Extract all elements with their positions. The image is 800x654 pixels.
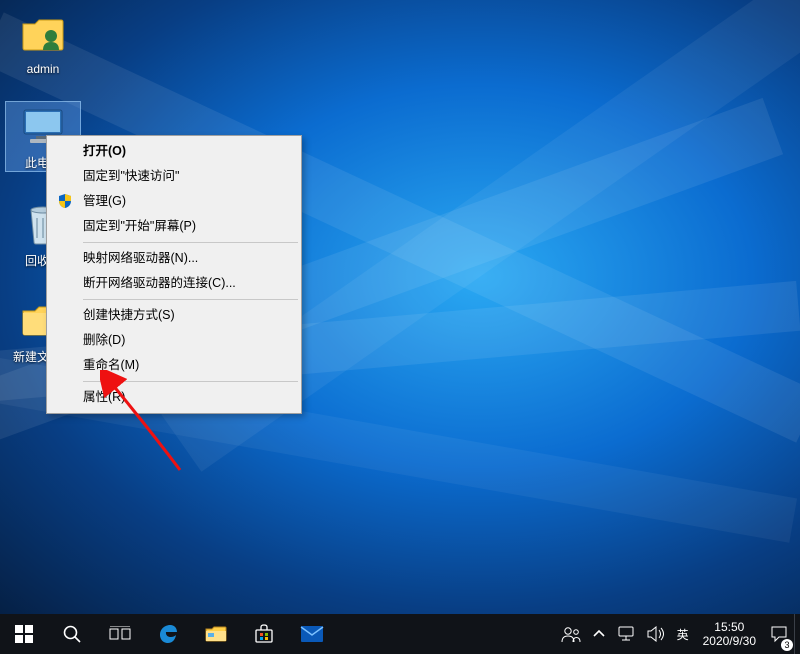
desktop[interactable]: admin 此电脑 回收站 [0,0,800,614]
ctx-create-shortcut[interactable]: 创建快捷方式(S) [49,303,299,328]
ime-button[interactable]: 英 [671,614,695,654]
user-folder-icon [19,10,67,58]
ctx-manage[interactable]: 管理(G) [49,189,299,214]
network-button[interactable] [611,614,641,654]
network-icon [617,626,635,642]
ctx-separator [83,299,298,300]
edge-button[interactable] [144,614,192,654]
notification-badge: 3 [781,639,793,651]
shield-icon [57,193,73,209]
ctx-delete[interactable]: 删除(D) [49,328,299,353]
people-icon [561,625,581,643]
start-button[interactable] [0,614,48,654]
clock-button[interactable]: 15:50 2020/9/30 [695,620,764,648]
file-explorer-button[interactable] [192,614,240,654]
ctx-pin-quick-access[interactable]: 固定到"快速访问" [49,164,299,189]
clock-date: 2020/9/30 [703,634,756,648]
context-menu: 打开(O) 固定到"快速访问" 管理(G) 固定到"开始"屏幕(P) 映射网络驱… [46,135,302,414]
action-center-button[interactable]: 3 [764,614,794,654]
ctx-separator [83,381,298,382]
task-view-button[interactable] [96,614,144,654]
ctx-pin-start[interactable]: 固定到"开始"屏幕(P) [49,214,299,239]
icon-label: admin [6,62,80,76]
search-button[interactable] [48,614,96,654]
taskbar: 英 15:50 2020/9/30 3 [0,614,800,654]
chevron-up-icon [593,628,605,640]
store-icon [254,624,274,644]
edge-icon [157,623,179,645]
volume-button[interactable] [641,614,671,654]
ctx-map-network-drive[interactable]: 映射网络驱动器(N)... [49,246,299,271]
ctx-properties[interactable]: 属性(R) [49,385,299,410]
ime-language-label: 英 [677,626,689,643]
mail-button[interactable] [288,614,336,654]
search-icon [62,624,82,644]
admin-user-folder[interactable]: admin [6,10,80,76]
microsoft-store-button[interactable] [240,614,288,654]
mail-icon [300,625,324,643]
windows-logo-icon [15,625,33,643]
clock-time: 15:50 [703,620,756,634]
file-explorer-icon [205,625,227,643]
ctx-separator [83,242,298,243]
task-view-icon [109,626,131,642]
ctx-rename[interactable]: 重命名(M) [49,353,299,378]
people-button[interactable] [555,614,587,654]
tray-overflow-button[interactable] [587,614,611,654]
ctx-disconnect-network-drive[interactable]: 断开网络驱动器的连接(C)... [49,271,299,296]
ctx-open[interactable]: 打开(O) [49,139,299,164]
show-desktop-button[interactable] [794,614,800,654]
speaker-icon [647,626,665,642]
